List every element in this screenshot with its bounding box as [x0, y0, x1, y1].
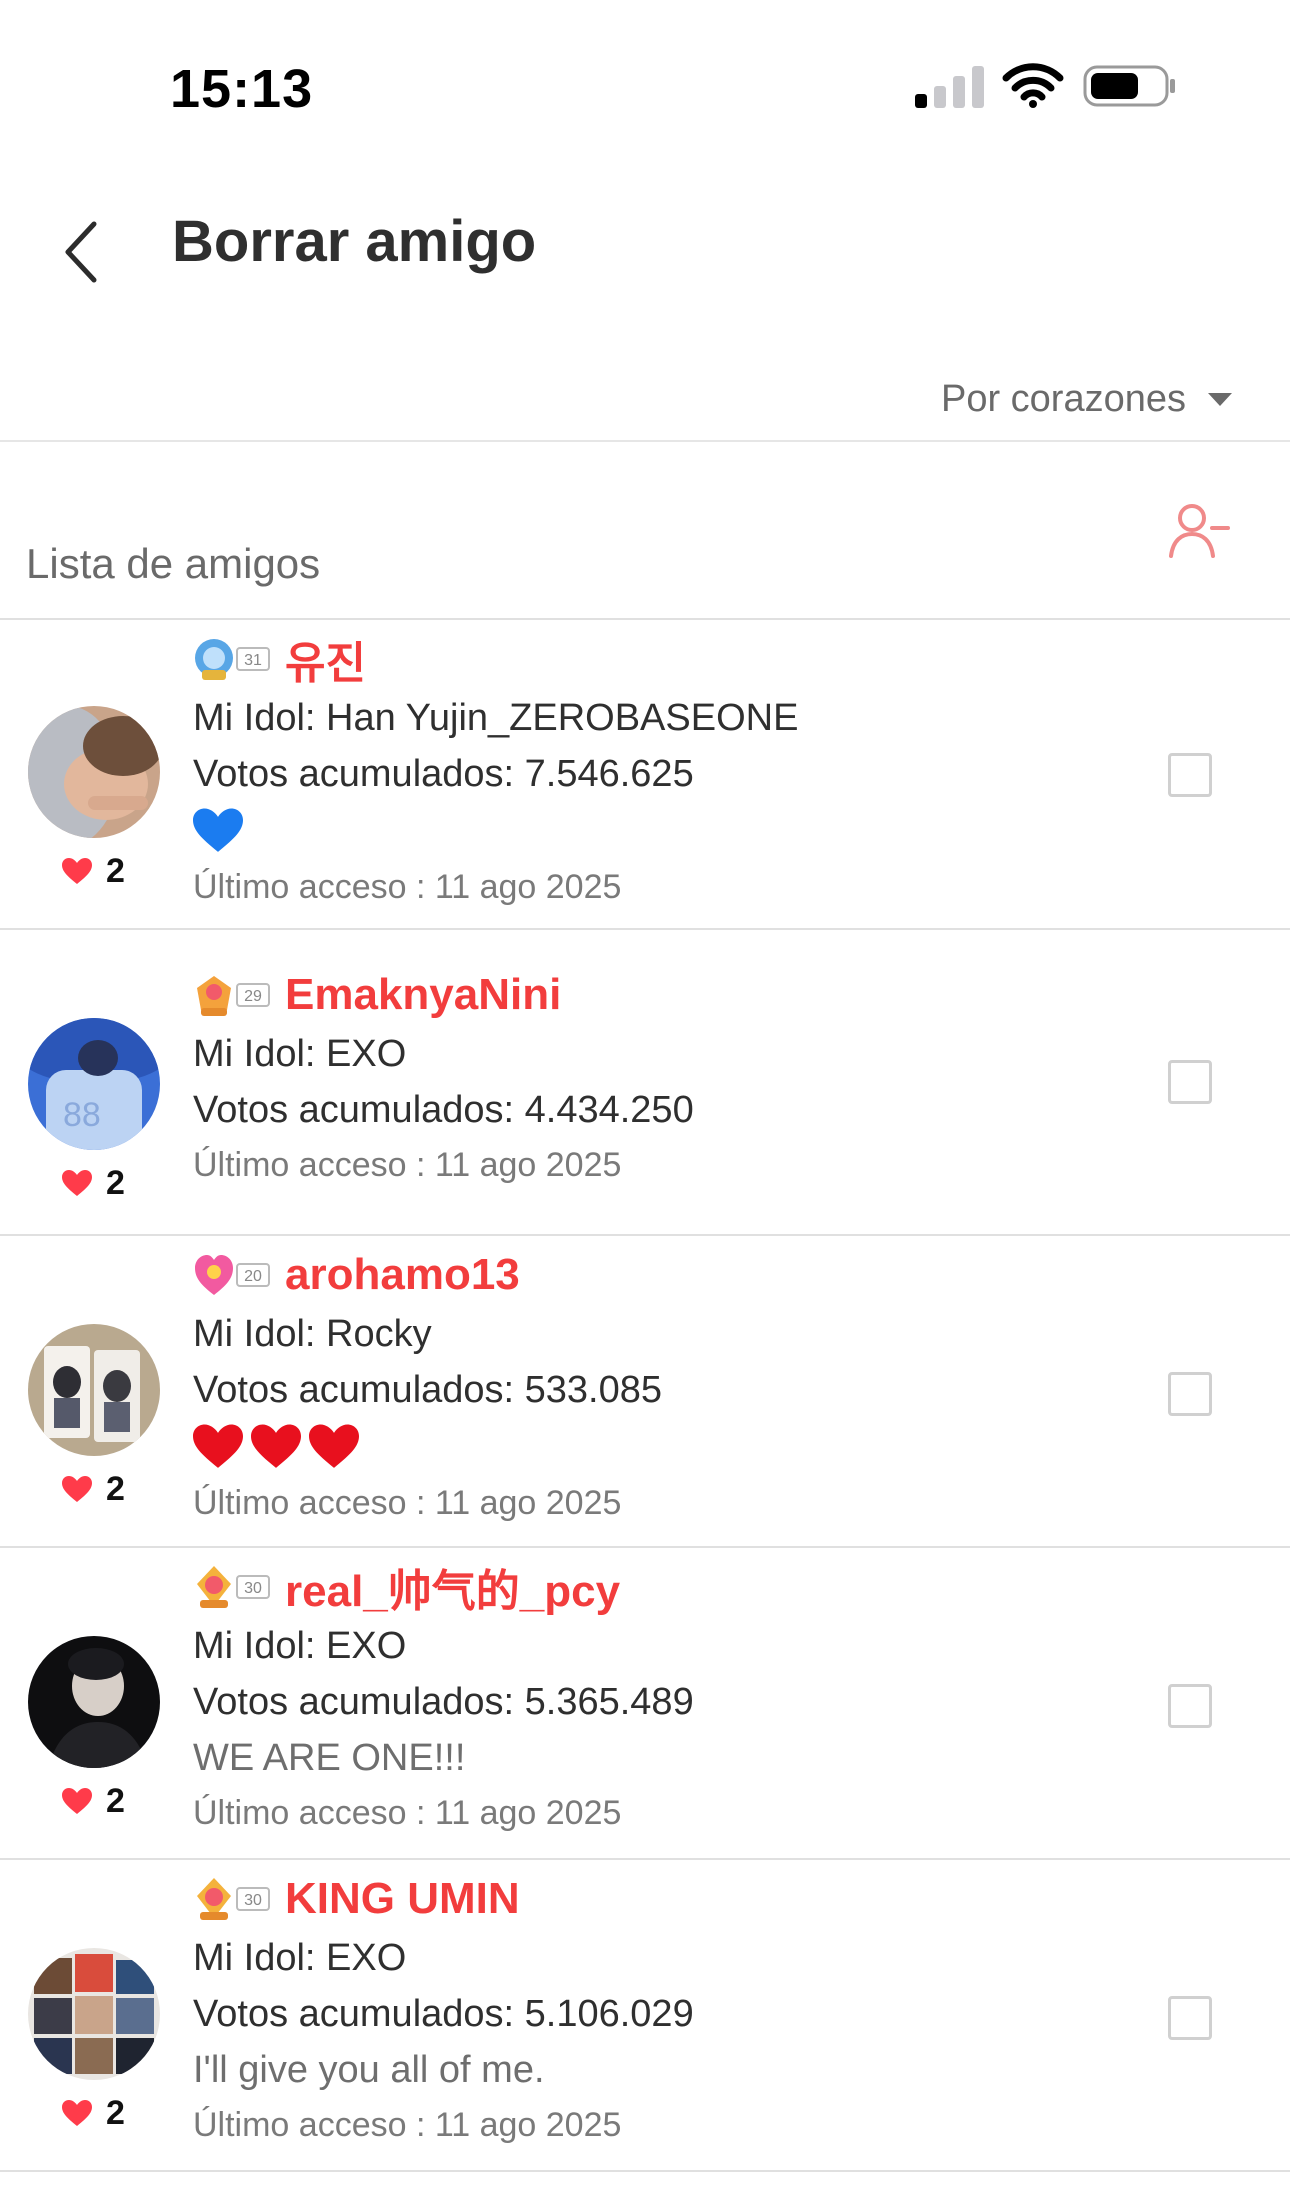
- page-title: Borrar amigo: [172, 209, 537, 274]
- heart-icon: [62, 2100, 92, 2126]
- select-checkbox[interactable]: [1168, 1684, 1212, 1728]
- friend-info: 30 KING UMIN Mi Idol: EXO Votos acumulad…: [193, 1868, 694, 2152]
- friend-info: 31 유진 Mi Idol: Han Yujin_ZEROBASEONE Vot…: [193, 628, 798, 914]
- select-checkbox[interactable]: [1168, 1996, 1212, 2040]
- status-message: WE ARE ONE!!!: [193, 1737, 466, 1779]
- status-emoji: [193, 1418, 662, 1476]
- last-seen: Último acceso : 11 ago 2025: [193, 1794, 622, 1832]
- badge-level: 30: [244, 1580, 262, 1597]
- divider: [0, 440, 1290, 442]
- friend-info: 29 EmaknyaNini Mi Idol: EXO Votos acumul…: [193, 964, 694, 1192]
- hearts-value: 2: [106, 1782, 125, 1820]
- friend-votes: Votos acumulados: 5.365.489: [193, 1681, 694, 1723]
- friend-name[interactable]: arohamo13: [285, 1250, 520, 1300]
- badge-level: 30: [244, 1892, 262, 1909]
- friend-name[interactable]: real_帅气的_pcy: [285, 1555, 620, 1619]
- friend-votes: Votos acumulados: 7.546.625: [193, 753, 694, 795]
- level-badge-icon: 30: [197, 1566, 270, 1608]
- hearts-count: 2: [62, 1164, 164, 1203]
- badge-level: 31: [244, 652, 262, 669]
- friend-info: 20 arohamo13 Mi Idol: Rocky Votos acumul…: [193, 1244, 662, 1530]
- friend-row[interactable]: 88 2 29 EmaknyaNini Mi Idol: EXO Votos a…: [0, 930, 1290, 1236]
- avatar-container: 2: [28, 1324, 164, 1509]
- delete-friend-screen: 15:13 Borrar amigo Por corazones Lista d…: [0, 0, 1290, 2195]
- sort-label: Por corazones: [940, 378, 1186, 420]
- badge-level: 20: [244, 1268, 262, 1285]
- friend-votes: Votos acumulados: 5.106.029: [193, 1993, 694, 2035]
- friend-row[interactable]: 2 30 KING UMIN Mi Idol: EXO Votos acumul…: [0, 1860, 1290, 2172]
- hearts-count: 2: [62, 2094, 164, 2133]
- friend-idol: Mi Idol: EXO: [193, 1033, 407, 1075]
- status-bar: 15:13: [0, 0, 1290, 150]
- friend-idol: Mi Idol: EXO: [193, 1625, 407, 1667]
- friend-name[interactable]: KING UMIN: [285, 1874, 520, 1924]
- hearts-count: 2: [62, 852, 164, 891]
- friend-row[interactable]: 2 31 유진 Mi Idol: Han Yujin_ZEROBASEONE V…: [0, 620, 1290, 930]
- avatar[interactable]: [28, 1636, 160, 1768]
- red-heart-icon: [309, 1424, 359, 1468]
- last-seen: Último acceso : 11 ago 2025: [193, 1146, 622, 1184]
- battery-icon: [1083, 65, 1175, 107]
- friend-idol: Mi Idol: EXO: [193, 1937, 407, 1979]
- badge-level: 29: [244, 988, 262, 1005]
- level-badge-icon: 29: [197, 976, 270, 1016]
- friend-votes: Votos acumulados: 4.434.250: [193, 1089, 694, 1131]
- hearts-value: 2: [106, 1164, 125, 1202]
- hearts-value: 2: [106, 2094, 125, 2132]
- friend-idol: Mi Idol: Rocky: [193, 1313, 432, 1355]
- sort-dropdown[interactable]: Por corazones: [941, 378, 1232, 421]
- remove-user-icon[interactable]: [1168, 500, 1230, 562]
- hearts-count: 2: [62, 1782, 164, 1821]
- caret-down-icon: [1208, 393, 1232, 406]
- status-emoji: [193, 802, 798, 860]
- last-seen: Último acceso : 11 ago 2025: [193, 868, 622, 906]
- avatar[interactable]: [28, 1948, 160, 2080]
- svg-text:88: 88: [63, 1096, 101, 1134]
- status-time: 15:13: [170, 59, 314, 119]
- friend-name[interactable]: EmaknyaNini: [285, 970, 561, 1020]
- avatar[interactable]: [28, 1324, 160, 1456]
- friend-name[interactable]: 유진: [285, 627, 366, 691]
- heart-icon: [62, 1788, 92, 1814]
- section-title: Lista de amigos: [26, 540, 321, 587]
- chevron-left-icon: [65, 221, 97, 283]
- level-badge-icon: 30: [197, 1878, 270, 1920]
- avatar-container: 2: [28, 706, 164, 891]
- avatar[interactable]: 88: [28, 1018, 160, 1150]
- level-badge-icon: 20: [195, 1255, 270, 1295]
- back-button[interactable]: [52, 210, 112, 290]
- cellular-signal-icon: [915, 64, 985, 108]
- heart-icon: [62, 1170, 92, 1196]
- header: Borrar amigo: [0, 170, 1290, 320]
- avatar-container: 2: [28, 1636, 164, 1821]
- friend-idol: Mi Idol: Han Yujin_ZEROBASEONE: [193, 697, 799, 739]
- avatar-container: 2: [28, 1948, 164, 2133]
- hearts-count: 2: [62, 1470, 164, 1509]
- select-checkbox[interactable]: [1168, 753, 1212, 797]
- level-badge-icon: 31: [195, 639, 270, 680]
- heart-icon: [62, 858, 92, 884]
- friend-row[interactable]: 2 20 arohamo13 Mi Idol: Rocky Votos acum…: [0, 1236, 1290, 1548]
- friend-list: 2 31 유진 Mi Idol: Han Yujin_ZEROBASEONE V…: [0, 620, 1290, 2172]
- heart-icon: [62, 1476, 92, 1502]
- avatar-container: 88 2: [28, 1018, 164, 1203]
- last-seen: Último acceso : 11 ago 2025: [193, 1484, 622, 1522]
- red-heart-icon: [193, 1424, 243, 1468]
- avatar[interactable]: [28, 706, 160, 838]
- select-checkbox[interactable]: [1168, 1372, 1212, 1416]
- friend-row[interactable]: 2 30 real_帅气的_pcy Mi Idol: EXO Votos acu…: [0, 1548, 1290, 1860]
- hearts-value: 2: [106, 1470, 125, 1508]
- status-message: I'll give you all of me.: [193, 2049, 545, 2091]
- red-heart-icon: [251, 1424, 301, 1468]
- select-checkbox[interactable]: [1168, 1060, 1212, 1104]
- blue-heart-icon: [193, 808, 243, 852]
- last-seen: Último acceso : 11 ago 2025: [193, 2106, 622, 2144]
- friend-votes: Votos acumulados: 533.085: [193, 1369, 663, 1411]
- wifi-icon: [1002, 63, 1064, 108]
- friend-info: 30 real_帅气的_pcy Mi Idol: EXO Votos acumu…: [193, 1556, 694, 1840]
- hearts-value: 2: [106, 852, 125, 890]
